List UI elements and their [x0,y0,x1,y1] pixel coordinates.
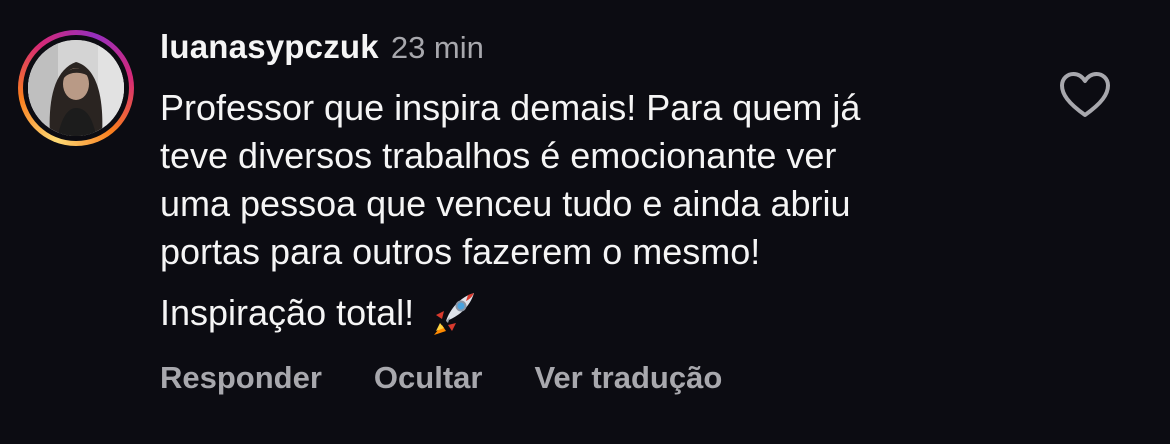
comment-header: luanasypczuk 23 min [160,28,484,70]
reply-button[interactable]: Responder [160,360,322,396]
like-button[interactable] [1058,70,1112,120]
rocket-icon [428,287,480,339]
comment-actions: Responder Ocultar Ver tradução [160,360,774,396]
comment-text-tail-label: Inspiração total! [160,292,415,333]
avatar[interactable] [28,40,124,136]
timestamp: 23 min [390,30,484,65]
comment-item: luanasypczuk 23 min Professor que inspir… [0,0,1170,444]
heart-outline-icon [1060,72,1110,117]
username[interactable]: luanasypczuk [160,28,379,66]
hide-button[interactable]: Ocultar [374,360,483,396]
avatar-photo [28,40,124,136]
comment-text-tail: Inspiração total! [160,287,480,339]
avatar-gap [23,35,129,141]
avatar-story-ring[interactable] [18,30,134,146]
see-translation-button[interactable]: Ver tradução [534,360,722,396]
comment-text: Professor que inspira demais! Para quem … [160,87,861,272]
